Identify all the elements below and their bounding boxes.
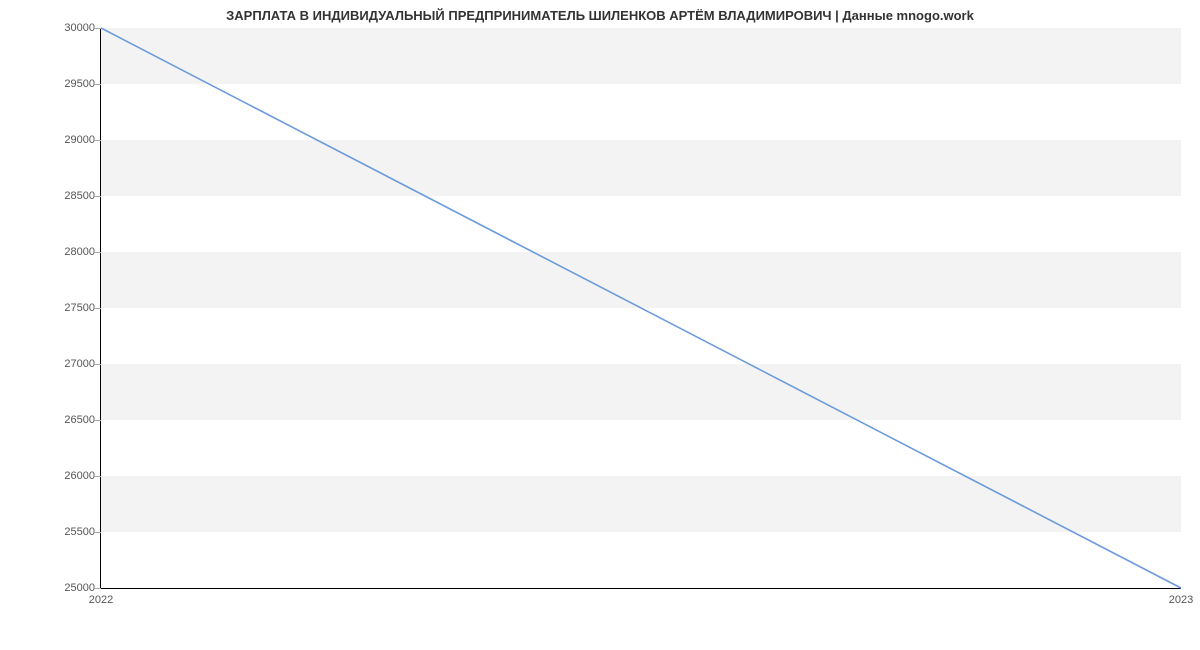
y-tick xyxy=(93,140,101,141)
y-tick xyxy=(93,196,101,197)
y-tick xyxy=(93,28,101,29)
chart-title: ЗАРПЛАТА В ИНДИВИДУАЛЬНЫЙ ПРЕДПРИНИМАТЕЛ… xyxy=(0,0,1200,23)
y-tick-label: 29000 xyxy=(57,134,95,146)
y-tick-label: 27500 xyxy=(57,302,95,314)
y-tick-label: 28000 xyxy=(57,246,95,258)
y-tick xyxy=(93,364,101,365)
y-tick xyxy=(93,588,101,589)
x-tick-label: 2022 xyxy=(89,594,113,606)
y-tick xyxy=(93,84,101,85)
y-tick xyxy=(93,476,101,477)
y-tick-label: 25500 xyxy=(57,526,95,538)
line-series xyxy=(101,28,1181,588)
y-tick-label: 26500 xyxy=(57,414,95,426)
x-tick-label: 2023 xyxy=(1169,594,1193,606)
line-path xyxy=(101,28,1181,588)
y-tick-label: 25000 xyxy=(57,582,95,594)
y-tick xyxy=(93,252,101,253)
chart-container: 25000 25500 26000 26500 27000 27500 28000 28500… xyxy=(60,28,1180,608)
y-tick xyxy=(93,420,101,421)
plot-area: 2500025500260002650027000275002800028500… xyxy=(100,28,1181,589)
y-tick-label: 27000 xyxy=(57,358,95,370)
y-tick-label: 30000 xyxy=(57,22,95,34)
y-tick-label: 26000 xyxy=(57,470,95,482)
y-tick-label: 28500 xyxy=(57,190,95,202)
y-tick xyxy=(93,532,101,533)
y-tick xyxy=(93,308,101,309)
y-tick-label: 29500 xyxy=(57,78,95,90)
